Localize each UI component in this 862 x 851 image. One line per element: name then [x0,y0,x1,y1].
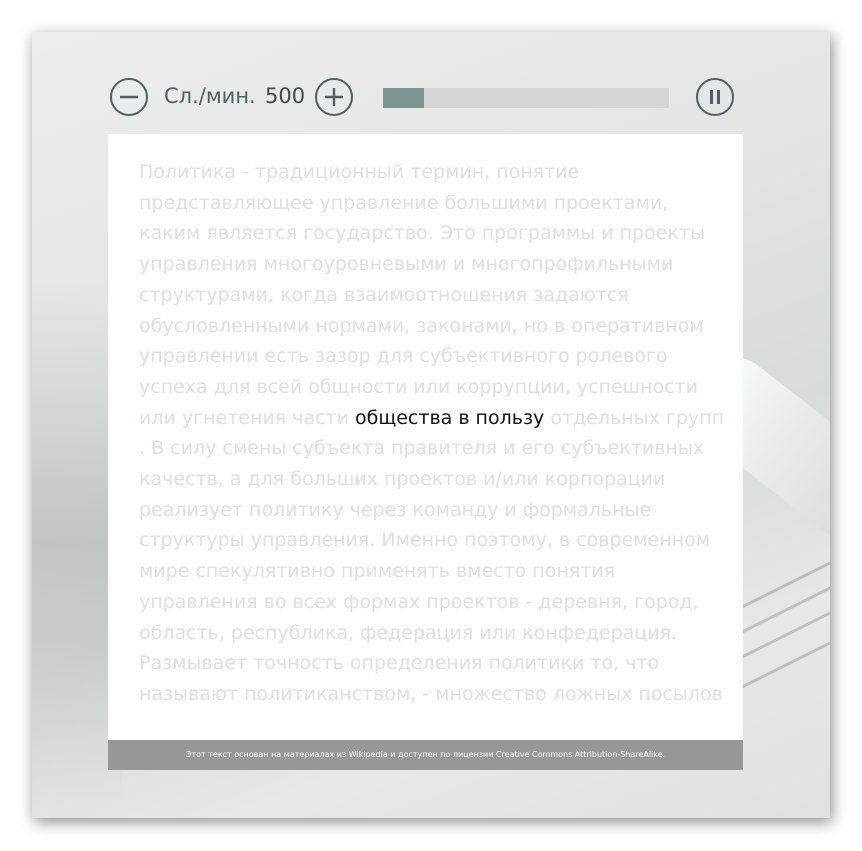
license-attribution: Этот текст основан на материалах из Wiki… [108,740,743,770]
words-per-minute-value: 500 [265,84,306,108]
reader-toolbar: Сл./мин. 500 [110,76,740,118]
plus-circle-icon [325,88,343,106]
current-words: общества в пользу [355,406,545,429]
increase-speed-button[interactable] [315,78,353,116]
pause-button[interactable] [696,78,734,116]
reading-text-panel: Политика - традиционный термин, понятие … [108,134,743,740]
reading-progress-fill [383,88,425,108]
read-text-before: Политика - традиционный термин, понятие … [139,161,712,429]
minus-circle-icon [120,95,138,99]
words-per-minute-label: Сл./мин. [164,84,256,108]
reader-window: Сл./мин. 500 Политика - традиционный тер… [32,32,830,818]
read-text-after: отдельных групп . В силу смены субъекта … [139,406,731,705]
decrease-speed-button[interactable] [110,78,148,116]
pause-circle-icon [710,90,720,104]
reading-progress-bar [383,88,669,108]
reading-text: Политика - традиционный термин, понятие … [139,157,729,710]
